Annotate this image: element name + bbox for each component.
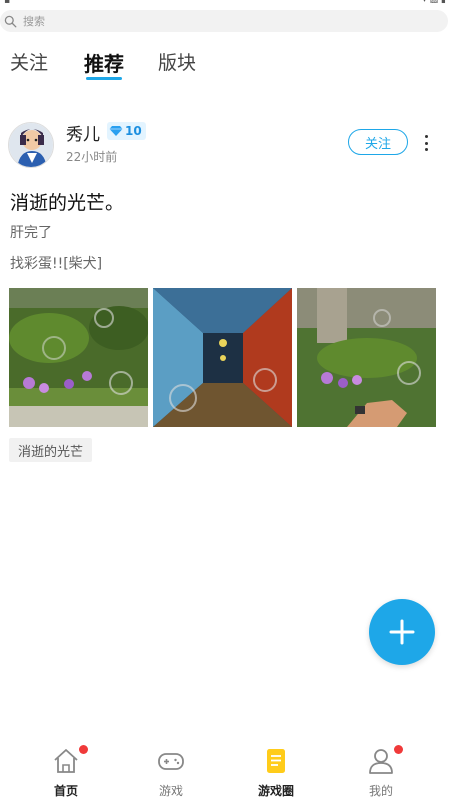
gamepad-icon (158, 753, 184, 770)
nav-game-circle[interactable]: 游戏圈 (241, 746, 311, 800)
level-number: 10 (125, 124, 142, 138)
search-icon (4, 15, 17, 27)
post-image-3[interactable] (297, 288, 436, 427)
diamond-icon (109, 126, 123, 136)
more-options-icon[interactable] (421, 132, 431, 154)
bottom-nav: 首页 游戏 游戏圈 我的 (0, 740, 450, 800)
tab-follow[interactable]: 关注 (10, 48, 48, 75)
notification-badge (394, 745, 403, 754)
user-icon (369, 749, 393, 774)
post-body-line: 肝完了 (10, 225, 52, 241)
nav-label: 游戏 (158, 784, 183, 798)
follow-button[interactable]: 关注 (348, 129, 408, 155)
post-body-line: 找彩蛋!![柴犬] (10, 256, 103, 272)
tab-recommend[interactable]: 推荐 (84, 48, 124, 77)
nav-label: 我的 (368, 784, 393, 798)
author-name[interactable]: 秀儿 (66, 120, 100, 145)
home-icon (54, 749, 78, 773)
nav-home[interactable]: 首页 (31, 746, 101, 800)
status-icons: ▾ ▨ ▮ (422, 0, 446, 5)
avatar[interactable] (8, 122, 54, 168)
nav-label: 游戏圈 (257, 784, 294, 798)
search-placeholder: 搜索 (23, 15, 45, 28)
topic-tag[interactable]: 消逝的光芒 (9, 438, 93, 462)
post-image-1[interactable] (9, 288, 148, 427)
post-title[interactable]: 消逝的光芒。 (10, 188, 124, 215)
tab-sections[interactable]: 版块 (158, 48, 196, 75)
search-bar[interactable]: 搜索 (0, 10, 448, 32)
post-time: 22小时前 (66, 150, 118, 164)
top-tabs: 关注 推荐 版块 (0, 44, 450, 84)
nav-games[interactable]: 游戏 (136, 746, 206, 800)
level-badge: 10 (107, 122, 146, 140)
nav-me[interactable]: 我的 (346, 746, 416, 800)
plus-icon (389, 619, 415, 645)
notification-badge (79, 745, 88, 754)
status-bar: ▪ ▾ ▨ ▮ (0, 0, 450, 8)
notification-icon: ▪ (4, 0, 11, 6)
active-tab-indicator (86, 77, 122, 80)
add-post-button[interactable] (369, 599, 435, 665)
post-image-2[interactable] (153, 288, 292, 427)
document-icon (267, 749, 285, 773)
post-images (9, 288, 437, 428)
nav-label: 首页 (53, 784, 78, 798)
